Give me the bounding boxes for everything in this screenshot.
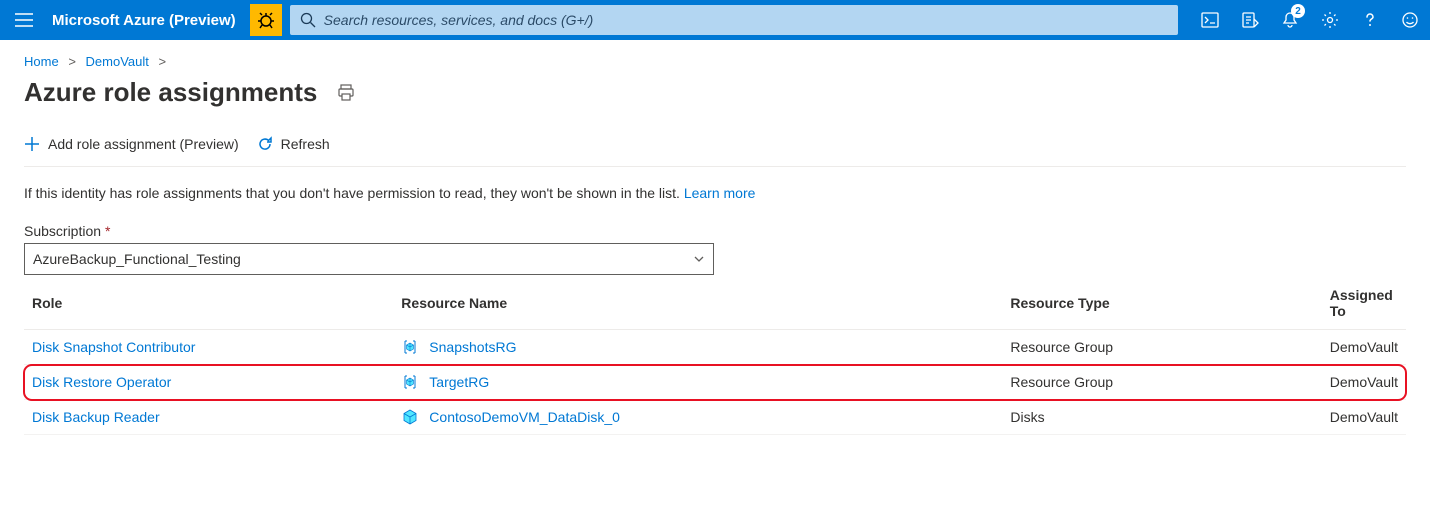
resource-type-cell: Resource Group — [1002, 330, 1321, 365]
feedback-button[interactable] — [1390, 0, 1430, 40]
cloud-shell-icon — [1201, 12, 1219, 28]
notification-count: 2 — [1291, 4, 1305, 18]
subscription-dropdown[interactable]: AzureBackup_Functional_Testing — [24, 243, 714, 275]
help-button[interactable] — [1350, 0, 1390, 40]
top-nav-bar: Microsoft Azure (Preview) — [0, 0, 1430, 40]
chevron-down-icon — [693, 253, 705, 265]
required-asterisk: * — [105, 223, 110, 239]
help-icon — [1361, 11, 1379, 29]
col-header-role[interactable]: Role — [24, 277, 393, 330]
role-link[interactable]: Disk Snapshot Contributor — [32, 339, 195, 355]
search-input[interactable] — [316, 12, 1168, 28]
assigned-to-cell: DemoVault — [1322, 330, 1406, 365]
resource-type-cell: Disks — [1002, 400, 1321, 435]
smiley-icon — [1401, 11, 1419, 29]
breadcrumb-sep: > — [68, 54, 76, 69]
print-button[interactable] — [337, 84, 355, 102]
filter-icon — [1241, 11, 1259, 29]
resource-icon — [401, 338, 419, 356]
refresh-icon — [257, 136, 273, 152]
breadcrumb-sep: > — [159, 54, 167, 69]
refresh-label: Refresh — [281, 136, 330, 152]
role-link[interactable]: Disk Backup Reader — [32, 409, 160, 425]
page-content: Home > DemoVault > Azure role assignment… — [0, 40, 1430, 449]
col-header-resource-type[interactable]: Resource Type — [1002, 277, 1321, 330]
assigned-to-cell: DemoVault — [1322, 365, 1406, 400]
brand-label[interactable]: Microsoft Azure (Preview) — [48, 12, 250, 29]
breadcrumb-demovault[interactable]: DemoVault — [86, 54, 149, 69]
resource-name-link[interactable]: SnapshotsRG — [429, 339, 516, 355]
table-header-row: Role Resource Name Resource Type Assigne… — [24, 277, 1406, 330]
add-label: Add role assignment (Preview) — [48, 136, 239, 152]
info-text: If this identity has role assignments th… — [24, 185, 1406, 201]
assigned-to-cell: DemoVault — [1322, 400, 1406, 435]
subscription-value: AzureBackup_Functional_Testing — [33, 251, 241, 267]
resource-name-link[interactable]: ContosoDemoVM_DataDisk_0 — [429, 409, 620, 425]
table-row[interactable]: Disk Restore Operator TargetRG Resource Gr… — [24, 365, 1406, 400]
breadcrumb-home[interactable]: Home — [24, 54, 59, 69]
search-icon — [300, 12, 316, 28]
resource-name-link[interactable]: TargetRG — [429, 374, 489, 390]
directory-filter-button[interactable] — [1230, 0, 1270, 40]
role-link[interactable]: Disk Restore Operator — [32, 374, 171, 390]
command-bar: Add role assignment (Preview) Refresh — [24, 136, 1406, 167]
add-role-assignment-button[interactable]: Add role assignment (Preview) — [24, 136, 239, 152]
global-search[interactable] — [290, 5, 1178, 35]
plus-icon — [24, 136, 40, 152]
learn-more-link[interactable]: Learn more — [684, 185, 756, 201]
table-row[interactable]: Disk Backup Reader ContosoDemoVM_DataDisk… — [24, 400, 1406, 435]
hamburger-menu[interactable] — [0, 0, 48, 40]
hamburger-icon — [15, 13, 33, 27]
breadcrumb: Home > DemoVault > — [24, 54, 1406, 69]
gear-icon — [1321, 11, 1339, 29]
resource-type-cell: Resource Group — [1002, 365, 1321, 400]
cloud-shell-button[interactable] — [1190, 0, 1230, 40]
notifications-button[interactable]: 2 — [1270, 0, 1310, 40]
col-header-assigned-to[interactable]: Assigned To — [1322, 277, 1406, 330]
resource-icon — [401, 408, 419, 426]
subscription-label: Subscription * — [24, 223, 1406, 239]
top-icon-bar: 2 — [1190, 0, 1430, 40]
page-title: Azure role assignments — [24, 77, 317, 108]
bug-icon — [256, 10, 276, 30]
col-header-resource-name[interactable]: Resource Name — [393, 277, 1002, 330]
title-row: Azure role assignments — [24, 77, 1406, 108]
role-assignments-table: Role Resource Name Resource Type Assigne… — [24, 277, 1406, 435]
print-icon — [337, 84, 355, 102]
preview-badge[interactable] — [250, 4, 282, 36]
settings-button[interactable] — [1310, 0, 1350, 40]
table-row[interactable]: Disk Snapshot Contributor SnapshotsRG Reso… — [24, 330, 1406, 365]
refresh-button[interactable]: Refresh — [257, 136, 330, 152]
resource-icon — [401, 373, 419, 391]
